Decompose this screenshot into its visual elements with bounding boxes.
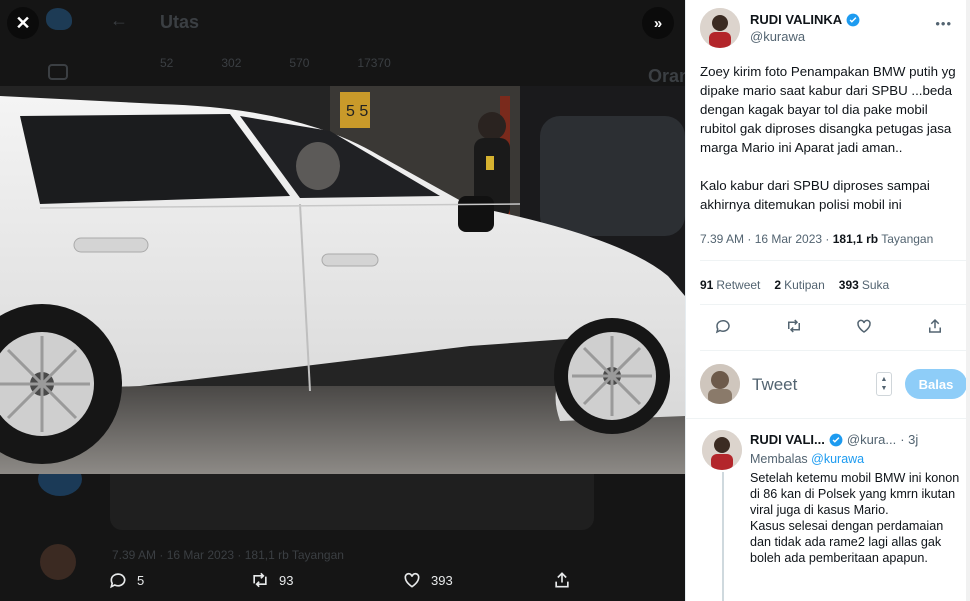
tweet-text: Zoey kirim foto Penampakan BMW putih yg … [700,62,962,233]
retweet-action[interactable]: 93 [250,570,402,590]
tweet-stats: 91 Retweet 2 Kutipan 393 Suka [700,278,889,292]
dimmed-avatar-2 [40,544,76,580]
tweet-photo[interactable]: 5 5 [0,86,685,474]
verified-badge-icon [829,433,843,446]
replying-handle[interactable]: @kurawa [811,452,864,466]
reply-count: 5 [137,572,145,588]
divider [686,418,970,419]
replying-to: Membalas @kurawa [750,452,864,466]
likes-stat[interactable]: 393 Suka [839,278,889,292]
current-user-avatar-image [700,364,740,404]
reply-composer: Tweet ▲ ▼ Balas [700,364,967,404]
camera-icon [48,64,68,80]
expand-panel-button[interactable]: » [642,7,674,39]
svg-text:5 5: 5 5 [346,103,368,120]
reply-author-avatar[interactable] [702,430,742,470]
dimmed-side-title: Orang [648,66,685,86]
divider [700,304,970,305]
tweet-views: 181,1 rb [832,232,879,246]
retweet-icon[interactable] [785,317,803,335]
reply-paragraph: Kasus selesai dengan perdamaian dan tida… [750,519,944,565]
author-handle[interactable]: @kurawa [750,29,805,44]
thread-line [722,472,724,601]
share-action[interactable] [552,570,572,590]
reply-author-name[interactable]: RUDI VALI... [750,432,825,447]
close-button[interactable]: ✕ [7,7,39,39]
quotes-count: 2 [774,278,782,292]
dimmed-media-thumbnail [110,474,594,530]
scrollbar[interactable] [966,0,970,601]
dimmed-stat: 302 [221,56,242,70]
author-name[interactable]: RUDI VALINKA [750,12,842,27]
dimmed-stat: 570 [289,56,310,70]
retweets-label: Retweet [716,278,761,292]
retweets-count: 91 [700,278,714,292]
quotes-stat[interactable]: 2 Kutipan [774,278,824,292]
author-avatar[interactable] [700,8,740,48]
likes-count: 393 [838,278,859,292]
author-avatar-image [700,8,740,48]
reply-icon [110,573,126,589]
reply-input[interactable]: Tweet [752,375,797,395]
current-user-avatar [700,364,740,404]
tweet-time[interactable]: 7.39 AM · 16 Mar 2023 · [700,232,833,246]
more-options-icon[interactable]: ••• [935,16,952,31]
share-icon [555,572,569,588]
heart-icon[interactable] [855,317,873,335]
reply-text: Setelah ketemu mobil BMW ini konon di 86… [750,470,960,566]
car-photo-illustration: 5 5 [0,86,685,474]
author-name-row: RUDI VALINKA [750,12,860,27]
divider [700,260,970,261]
reply-author-handle[interactable]: @kura... [847,432,896,447]
tweet-detail-pane: RUDI VALINKA @kurawa ••• Zoey kirim foto… [685,0,970,601]
reply-button[interactable]: Balas [905,369,967,399]
close-icon: ✕ [15,12,31,33]
quotes-label: Kutipan [784,278,825,292]
reply-author-row: RUDI VALI... @kura... · 3j [750,432,918,447]
heart-icon [404,572,420,588]
dimmed-stat: 52 [160,56,174,70]
likes-label: Suka [861,278,890,292]
input-stepper[interactable]: ▲ ▼ [876,372,892,396]
divider [700,350,970,351]
expand-icon: » [653,14,663,32]
media-viewer: ← Utas 52 302 570 17370 Orang 7.39 AM · … [0,0,685,601]
reply-icon[interactable] [714,317,732,335]
tweet-action-row [714,317,944,335]
like-count: 393 [431,572,453,588]
like-action[interactable]: 393 [402,570,552,590]
back-arrow-icon: ← [110,10,128,30]
share-icon[interactable] [926,317,944,335]
reply-time[interactable]: · 3j [900,432,918,447]
retweet-count: 93 [279,572,294,588]
dimmed-stat: 17370 [357,56,391,70]
reply-action[interactable]: 5 [108,570,250,590]
tweet-views-label: Tayangan [878,232,934,246]
dimmed-timestamp: 7.39 AM · 16 Mar 2023 · 181,1 rb Tayanga… [112,548,344,562]
reply-author-avatar-image [702,430,742,470]
tweet-paragraph: Kalo kabur dari SPBU diproses sampai akh… [700,178,930,212]
verified-badge-icon [846,13,860,26]
chevron-down-icon: ▼ [880,385,888,392]
retweets-stat[interactable]: 91 Retweet [700,278,760,292]
retweet-icon [253,572,267,588]
reply-paragraph: Setelah ketemu mobil BMW ini konon di 86… [750,471,960,517]
twitter-logo-icon [46,8,72,30]
replying-prefix: Membalas [750,452,812,466]
tweet-timestamp: 7.39 AM · 16 Mar 2023 · 181,1 rb Tayanga… [700,232,933,246]
viewer-action-bar: 5 93 393 [108,570,578,590]
tweet-paragraph: Zoey kirim foto Penampakan BMW putih yg … [700,64,956,155]
dimmed-stats-bar: 52 302 570 17370 [160,56,391,70]
dimmed-page-title: Utas [160,12,200,32]
chevron-up-icon: ▲ [880,376,888,383]
